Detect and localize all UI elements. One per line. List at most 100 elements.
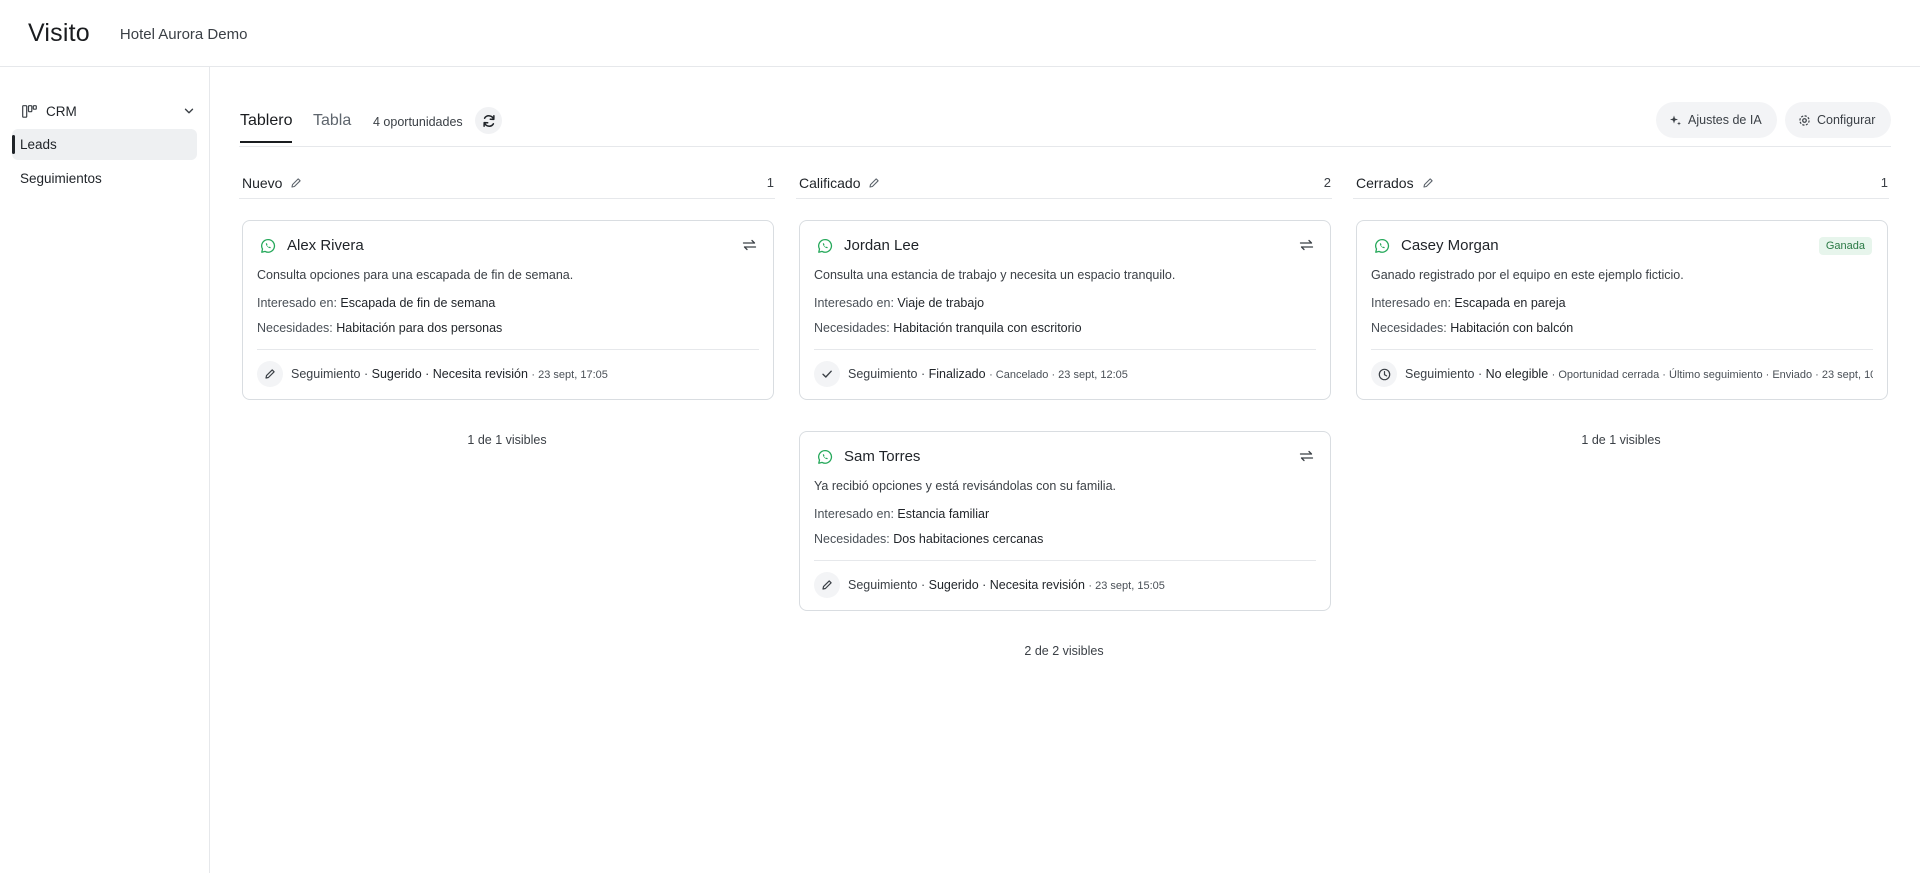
followup-row[interactable]: Seguimiento · Sugerido · Necesita revisi… bbox=[257, 361, 759, 387]
followup-icon-button[interactable] bbox=[1371, 361, 1397, 387]
tab-tablero[interactable]: Tablero bbox=[240, 112, 293, 143]
pencil-icon[interactable] bbox=[868, 177, 880, 189]
followup-prefix: Seguimiento · bbox=[1405, 367, 1483, 381]
pencil-icon bbox=[265, 369, 275, 379]
lead-interest: Interesado en: Escapada de fin de semana bbox=[257, 296, 495, 310]
column-title: Cerrados bbox=[1356, 174, 1414, 191]
needs-label: Necesidades: bbox=[814, 321, 890, 335]
configure-label: Configurar bbox=[1817, 113, 1876, 127]
lead-card-casey-morgan[interactable]: Casey Morgan Ganada Ganado registrado po… bbox=[1356, 220, 1888, 400]
needs-value: Habitación para dos personas bbox=[336, 321, 503, 335]
whatsapp-icon bbox=[261, 238, 276, 253]
column-count: 1 bbox=[766, 175, 774, 190]
lead-name[interactable]: Sam Torres bbox=[844, 448, 920, 465]
lead-description: Consulta una estancia de trabajo y neces… bbox=[814, 268, 1176, 282]
followup-status: Sugerido · Necesita revisión bbox=[928, 578, 1085, 592]
sparkles-icon bbox=[1670, 115, 1681, 125]
followup-meta: · Oportunidad cerrada · Último seguimien… bbox=[1551, 369, 1873, 381]
lead-name[interactable]: Alex Rivera bbox=[287, 237, 364, 254]
check-icon bbox=[822, 370, 832, 378]
followup-prefix: Seguimiento · bbox=[291, 367, 369, 381]
status-badge: Ganada bbox=[1818, 237, 1872, 255]
configure-button[interactable]: Configurar bbox=[1785, 102, 1891, 138]
card-divider bbox=[1371, 349, 1873, 350]
needs-label: Necesidades: bbox=[257, 321, 333, 335]
interest-label: Interesado en: bbox=[1371, 296, 1451, 310]
column-header: Nuevo 1 bbox=[239, 167, 775, 199]
visible-count: 2 de 2 visibles bbox=[1024, 644, 1104, 658]
sidebar-group-crm[interactable]: CRM bbox=[12, 100, 197, 122]
whatsapp-icon bbox=[818, 238, 833, 253]
followup-text: Seguimiento · No elegible · Oportunidad … bbox=[1405, 367, 1873, 381]
column-title: Calificado bbox=[799, 174, 861, 191]
followup-text: Seguimiento · Sugerido · Necesita revisi… bbox=[291, 367, 608, 381]
sidebar: CRM Leads Seguimientos bbox=[0, 67, 210, 873]
needs-label: Necesidades: bbox=[814, 532, 890, 546]
column-title: Nuevo bbox=[242, 174, 283, 191]
followup-row[interactable]: Seguimiento · Sugerido · Necesita revisi… bbox=[814, 572, 1316, 598]
lead-name[interactable]: Casey Morgan bbox=[1401, 237, 1499, 254]
lead-description: Consulta opciones para una escapada de f… bbox=[257, 268, 574, 282]
tab-tabla[interactable]: Tabla bbox=[313, 112, 351, 142]
interest-value: Escapada en pareja bbox=[1454, 296, 1566, 310]
sidebar-group-label: CRM bbox=[46, 103, 77, 119]
followup-row[interactable]: Seguimiento · Finalizado · Cancelado · 2… bbox=[814, 361, 1316, 387]
needs-label: Necesidades: bbox=[1371, 321, 1447, 335]
followup-prefix: Seguimiento · bbox=[848, 578, 926, 592]
top-bar: Visito Hotel Aurora Demo bbox=[0, 0, 1920, 67]
followup-text: Seguimiento · Finalizado · Cancelado · 2… bbox=[848, 367, 1128, 381]
sidebar-item-label: Seguimientos bbox=[20, 171, 102, 186]
card-divider bbox=[257, 349, 759, 350]
gear-icon bbox=[1799, 114, 1810, 126]
followup-meta: · Cancelado · 23 sept, 12:05 bbox=[989, 369, 1128, 381]
chevron-down-icon[interactable] bbox=[183, 105, 195, 117]
visible-count: 1 de 1 visibles bbox=[1581, 433, 1661, 447]
ai-settings-button[interactable]: Ajustes de IA bbox=[1656, 102, 1777, 138]
whatsapp-icon bbox=[1375, 238, 1390, 253]
lead-needs: Necesidades: Habitación para dos persona… bbox=[257, 321, 502, 335]
lead-card-alex-rivera[interactable]: Alex Rivera Consulta opciones para una e… bbox=[242, 220, 774, 400]
followup-status: Sugerido · Necesita revisión bbox=[371, 367, 528, 381]
pencil-icon[interactable] bbox=[290, 177, 302, 189]
whatsapp-icon bbox=[818, 449, 833, 464]
lead-description: Ya recibió opciones y está revisándolas … bbox=[814, 479, 1117, 493]
lead-interest: Interesado en: Viaje de trabajo bbox=[814, 296, 984, 310]
card-divider bbox=[814, 560, 1316, 561]
sidebar-item-label: Leads bbox=[20, 137, 57, 152]
opportunities-count: 4 oportunidades bbox=[373, 115, 463, 129]
card-divider bbox=[814, 349, 1316, 350]
swap-icon[interactable] bbox=[742, 239, 757, 251]
lead-card-sam-torres[interactable]: Sam Torres Ya recibió opciones y está re… bbox=[799, 431, 1331, 611]
lead-card-jordan-lee[interactable]: Jordan Lee Consulta una estancia de trab… bbox=[799, 220, 1331, 400]
swap-icon[interactable] bbox=[1299, 239, 1314, 251]
interest-value: Escapada de fin de semana bbox=[340, 296, 496, 310]
lead-needs: Necesidades: Habitación con balcón bbox=[1371, 321, 1573, 335]
sidebar-item-leads[interactable]: Leads bbox=[12, 129, 197, 160]
pencil-icon[interactable] bbox=[1422, 177, 1434, 189]
view-toolbar: Tablero Tabla 4 oportunidades Ajustes de… bbox=[239, 101, 1891, 147]
pencil-icon bbox=[822, 580, 832, 590]
followup-row[interactable]: Seguimiento · No elegible · Oportunidad … bbox=[1371, 361, 1873, 387]
needs-value: Habitación tranquila con escritorio bbox=[893, 321, 1082, 335]
kanban-icon bbox=[22, 104, 37, 118]
refresh-button[interactable] bbox=[475, 107, 502, 134]
followup-status: No elegible bbox=[1485, 367, 1549, 381]
followup-text: Seguimiento · Sugerido · Necesita revisi… bbox=[848, 578, 1165, 592]
needs-value: Habitación con balcón bbox=[1450, 321, 1574, 335]
followup-prefix: Seguimiento · bbox=[848, 367, 926, 381]
followup-icon-button[interactable] bbox=[257, 361, 283, 387]
app-logo[interactable]: Visito bbox=[28, 19, 90, 48]
followup-meta: · 23 sept, 17:05 bbox=[531, 369, 608, 381]
swap-icon[interactable] bbox=[1299, 450, 1314, 462]
followup-icon-button[interactable] bbox=[814, 572, 840, 598]
lead-interest: Interesado en: Escapada en pareja bbox=[1371, 296, 1566, 310]
followup-icon-button[interactable] bbox=[814, 361, 840, 387]
column-header: Calificado 2 bbox=[796, 167, 1332, 199]
needs-value: Dos habitaciones cercanas bbox=[893, 532, 1044, 546]
interest-label: Interesado en: bbox=[814, 507, 894, 521]
lead-needs: Necesidades: Habitación tranquila con es… bbox=[814, 321, 1082, 335]
refresh-icon bbox=[482, 114, 495, 127]
lead-name[interactable]: Jordan Lee bbox=[844, 237, 919, 254]
lead-interest: Interesado en: Estancia familiar bbox=[814, 507, 989, 521]
sidebar-item-seguimientos[interactable]: Seguimientos bbox=[12, 163, 197, 194]
